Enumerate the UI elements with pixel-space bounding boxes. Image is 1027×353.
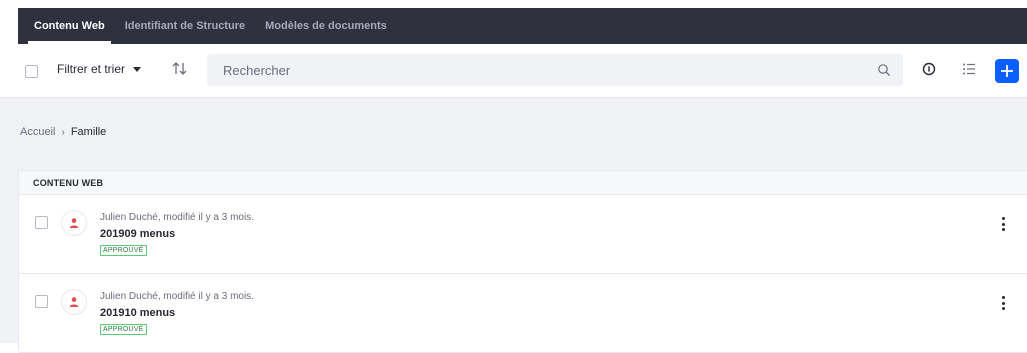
item-title[interactable]: 201910 menus [100, 307, 175, 319]
item-title[interactable]: 201909 menus [100, 228, 175, 240]
item-modified-info: Julien Duché, modifié il y a 3 mois. [100, 212, 254, 223]
search-input[interactable] [221, 61, 861, 79]
content-area: Accueil › Famille CONTENU WEB Julien Duc… [0, 98, 1027, 353]
user-icon [69, 297, 79, 307]
sort-icon [172, 62, 187, 75]
caret-down-icon [133, 66, 142, 72]
list-item: Julien Duché, modifié il y a 3 mois. 201… [19, 195, 1027, 274]
top-navigation-bar: Contenu Web Identifiant de Structure Mod… [18, 8, 1027, 44]
avatar [61, 210, 87, 236]
tab-label: Modèles de documents [265, 20, 387, 32]
tab-modeles-de-documents[interactable]: Modèles de documents [255, 8, 397, 44]
item-modified-info: Julien Duché, modifié il y a 3 mois. [100, 291, 254, 302]
search-icon[interactable] [877, 63, 891, 77]
status-badge: APPROUVÉ [100, 245, 147, 256]
kebab-dot [1001, 301, 1005, 305]
tab-label: Contenu Web [34, 20, 105, 32]
row-checkbox[interactable] [35, 216, 48, 229]
breadcrumb: Accueil › Famille [20, 126, 106, 138]
breadcrumb-current: Famille [70, 126, 107, 138]
kebab-dot [1001, 296, 1005, 299]
tab-contenu-web[interactable]: Contenu Web [24, 8, 115, 44]
add-button[interactable] [995, 59, 1019, 83]
kebab-dot [1001, 217, 1005, 220]
management-toolbar: Filtrer et trier [0, 44, 1027, 98]
info-button[interactable] [920, 60, 938, 78]
avatar [61, 289, 87, 315]
sort-order-button[interactable] [170, 59, 190, 79]
breadcrumb-link-accueil[interactable]: Accueil [20, 126, 55, 138]
item-actions-button[interactable] [997, 294, 1009, 312]
filter-and-sort-button[interactable]: Filtrer et trier [57, 62, 142, 76]
tab-identifiant-de-structure[interactable]: Identifiant de Structure [115, 8, 255, 44]
info-icon [922, 62, 936, 76]
chevron-right-icon: › [61, 126, 65, 138]
item-actions-button[interactable] [997, 215, 1009, 233]
plus-icon [1001, 65, 1013, 77]
filter-label: Filtrer et trier [57, 62, 126, 76]
kebab-dot [1001, 307, 1005, 310]
kebab-dot [1001, 222, 1005, 226]
user-icon [69, 218, 79, 228]
list-view-icon [963, 63, 975, 75]
select-all-checkbox[interactable] [25, 65, 38, 78]
web-content-list: CONTENU WEB Julien Duché, modifié il y a… [18, 170, 1027, 353]
list-item: Julien Duché, modifié il y a 3 mois. 201… [19, 274, 1027, 353]
kebab-dot [1001, 228, 1005, 231]
list-header: CONTENU WEB [19, 171, 1027, 195]
display-style-button[interactable] [960, 60, 978, 78]
tab-label: Identifiant de Structure [124, 20, 246, 32]
search-bar [207, 54, 903, 86]
status-badge: APPROUVÉ [100, 324, 147, 335]
row-checkbox[interactable] [35, 295, 48, 308]
